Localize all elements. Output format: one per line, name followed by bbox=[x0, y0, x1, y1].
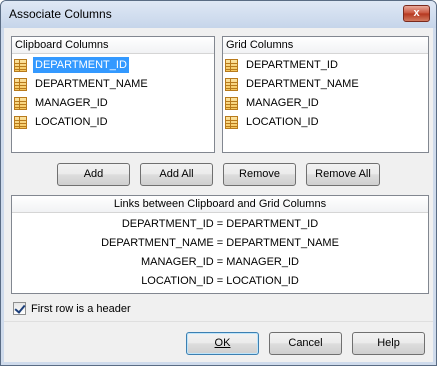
column-icon bbox=[14, 96, 27, 110]
column-icon bbox=[14, 77, 27, 91]
column-icon bbox=[225, 115, 238, 129]
grid-column-item[interactable]: DEPARTMENT_NAME bbox=[225, 76, 361, 92]
links-header: Links between Clipboard and Grid Columns bbox=[12, 196, 428, 213]
grid-column-item[interactable]: LOCATION_ID bbox=[225, 114, 321, 130]
grid-column-label: MANAGER_ID bbox=[246, 97, 319, 109]
associate-columns-dialog: Associate Columns x Clipboard Columns DE… bbox=[0, 0, 437, 366]
clipboard-column-item[interactable]: DEPARTMENT_NAME bbox=[14, 76, 150, 92]
clipboard-column-label: DEPARTMENT_NAME bbox=[35, 78, 148, 90]
grid-column-label: LOCATION_ID bbox=[246, 116, 319, 128]
grid-columns-list[interactable]: Grid Columns DEPARTMENT_ID DEPARTMENT_NA… bbox=[222, 36, 429, 153]
column-icon bbox=[225, 77, 238, 91]
link-row[interactable]: MANAGER_ID = MANAGER_ID bbox=[12, 254, 428, 270]
grid-columns-header: Grid Columns bbox=[223, 37, 428, 54]
help-button[interactable]: Help bbox=[352, 332, 425, 355]
add-button[interactable]: Add bbox=[57, 163, 130, 186]
cancel-label: Cancel bbox=[288, 337, 323, 349]
remove-all-button[interactable]: Remove All bbox=[306, 163, 380, 186]
ok-label: OK bbox=[214, 337, 231, 349]
close-button[interactable]: x bbox=[403, 5, 430, 22]
cancel-button[interactable]: Cancel bbox=[269, 332, 342, 355]
first-row-header-option[interactable]: First row is a header bbox=[13, 302, 131, 315]
title-bar: Associate Columns x bbox=[1, 1, 436, 28]
clipboard-column-item[interactable]: MANAGER_ID bbox=[14, 95, 110, 111]
grid-column-item[interactable]: DEPARTMENT_ID bbox=[225, 57, 340, 73]
clipboard-columns-header: Clipboard Columns bbox=[12, 37, 214, 54]
dialog-title: Associate Columns bbox=[9, 7, 112, 21]
link-row[interactable]: DEPARTMENT_NAME = DEPARTMENT_NAME bbox=[12, 235, 428, 251]
footer-divider bbox=[4, 321, 433, 322]
grid-column-label: DEPARTMENT_NAME bbox=[246, 78, 359, 90]
column-icon bbox=[14, 115, 27, 129]
ok-button[interactable]: OK bbox=[186, 332, 259, 355]
add-all-button[interactable]: Add All bbox=[140, 163, 213, 186]
links-list[interactable]: Links between Clipboard and Grid Columns… bbox=[11, 195, 429, 294]
column-icon bbox=[14, 58, 27, 72]
column-icon bbox=[225, 58, 238, 72]
first-row-header-label: First row is a header bbox=[31, 302, 131, 315]
dialog-body: Clipboard Columns DEPARTMENT_ID DEPARTME… bbox=[4, 28, 433, 362]
close-icon: x bbox=[413, 7, 420, 19]
link-row[interactable]: LOCATION_ID = LOCATION_ID bbox=[12, 273, 428, 289]
link-row[interactable]: DEPARTMENT_ID = DEPARTMENT_ID bbox=[12, 216, 428, 232]
column-icon bbox=[225, 96, 238, 110]
clipboard-column-label: LOCATION_ID bbox=[35, 116, 108, 128]
grid-column-item[interactable]: MANAGER_ID bbox=[225, 95, 321, 111]
remove-button[interactable]: Remove bbox=[223, 163, 296, 186]
clipboard-column-item[interactable]: DEPARTMENT_ID bbox=[14, 56, 130, 74]
clipboard-column-label: MANAGER_ID bbox=[35, 97, 108, 109]
clipboard-column-item[interactable]: LOCATION_ID bbox=[14, 114, 110, 130]
first-row-header-checkbox[interactable] bbox=[13, 302, 26, 315]
clipboard-column-label: DEPARTMENT_ID bbox=[32, 56, 130, 74]
help-label: Help bbox=[377, 337, 400, 349]
clipboard-columns-list[interactable]: Clipboard Columns DEPARTMENT_ID DEPARTME… bbox=[11, 36, 215, 153]
grid-column-label: DEPARTMENT_ID bbox=[246, 59, 338, 71]
